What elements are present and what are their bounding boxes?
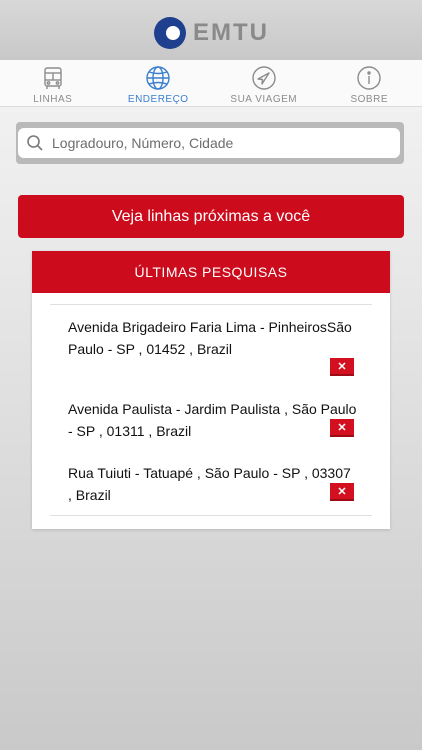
- info-icon: [357, 66, 381, 90]
- close-icon: ✕: [337, 421, 347, 434]
- tab-label: SOBRE: [350, 94, 388, 105]
- recent-search-item[interactable]: Avenida Paulista - Jardim Paulista , São…: [68, 398, 358, 442]
- recent-search-item[interactable]: Rua Tuiuti - Tatuapé , São Paulo - SP , …: [68, 462, 358, 506]
- bus-icon: [44, 67, 62, 89]
- app-header: EMTU: [0, 0, 422, 60]
- tab-label: SUA VIAGEM: [230, 94, 298, 105]
- remove-search-button[interactable]: ✕: [330, 358, 354, 376]
- recent-searches-title: ÚLTIMAS PESQUISAS: [134, 264, 288, 280]
- navigation-arrow-icon: [252, 66, 276, 90]
- tab-linhas[interactable]: LINHAS: [0, 60, 106, 106]
- tab-label: LINHAS: [33, 94, 73, 105]
- nearby-lines-label: Veja linhas próximas a você: [111, 207, 311, 225]
- close-icon: ✕: [337, 360, 347, 373]
- address-search-input[interactable]: [50, 134, 400, 152]
- globe-icon: [146, 66, 170, 90]
- emtu-logo: EMTU: [153, 16, 269, 50]
- emtu-logo-icon: [154, 17, 186, 49]
- tab-label: ENDEREÇO: [127, 94, 189, 105]
- nearby-lines-button[interactable]: Veja linhas próximas a você: [18, 195, 404, 238]
- logo-text: EMTU: [193, 19, 269, 46]
- tab-sua-viagem[interactable]: SUA VIAGEM: [211, 60, 317, 106]
- divider: [50, 304, 372, 305]
- search-container: [16, 122, 404, 164]
- remove-search-button[interactable]: ✕: [330, 419, 354, 437]
- search-icon: [27, 135, 43, 151]
- remove-search-button[interactable]: ✕: [330, 483, 354, 501]
- tab-bar: LINHAS ENDEREÇO SUA VIAGEM SOBRE: [0, 60, 422, 107]
- recent-search-address: Rua Tuiuti - Tatuapé , São Paulo - SP , …: [68, 465, 351, 503]
- recent-search-address: Avenida Brigadeiro Faria Lima - Pinheiro…: [68, 319, 352, 357]
- close-icon: ✕: [337, 485, 347, 498]
- search-box[interactable]: [18, 128, 400, 158]
- tab-sobre[interactable]: SOBRE: [317, 60, 422, 106]
- tab-endereco[interactable]: ENDEREÇO: [106, 60, 212, 106]
- recent-search-item[interactable]: Avenida Brigadeiro Faria Lima - Pinheiro…: [68, 316, 358, 360]
- recent-searches-card: ÚLTIMAS PESQUISAS Avenida Brigadeiro Far…: [32, 251, 390, 529]
- divider: [50, 515, 372, 516]
- recent-searches-header: ÚLTIMAS PESQUISAS: [32, 251, 390, 293]
- recent-search-address: Avenida Paulista - Jardim Paulista , São…: [68, 401, 357, 439]
